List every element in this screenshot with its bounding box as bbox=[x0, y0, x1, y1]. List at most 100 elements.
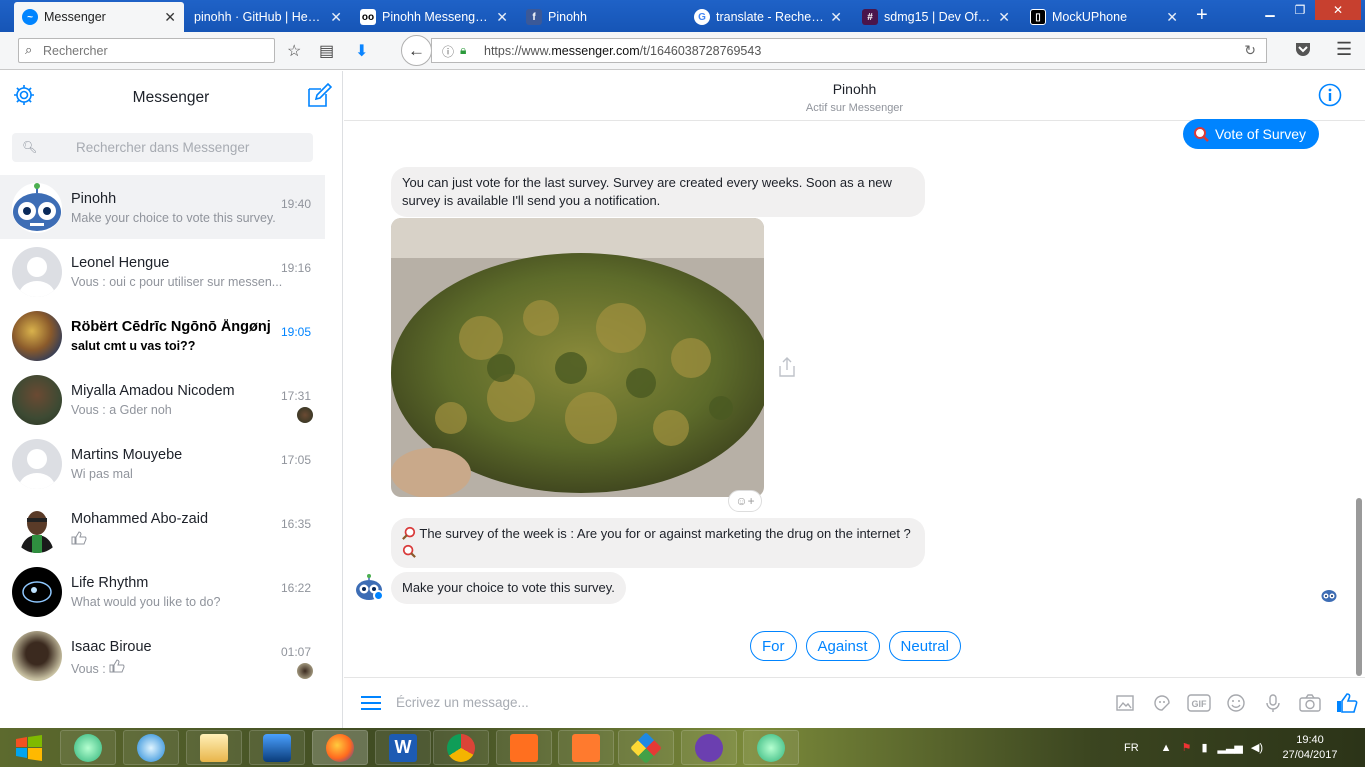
camera-icon[interactable] bbox=[1297, 690, 1322, 715]
avatar bbox=[12, 503, 62, 553]
screen-capture-icon bbox=[510, 733, 538, 762]
message-scrollbar[interactable] bbox=[1356, 498, 1362, 676]
close-tab-icon[interactable]: ✕ bbox=[330, 9, 342, 26]
os-taskbar: W FR ▲ ⚑ ▮ ▂▃▅ ◀) 19:40 27/04/2017 bbox=[0, 728, 1365, 767]
system-clock[interactable]: 19:40 27/04/2017 bbox=[1275, 733, 1345, 763]
kite-icon bbox=[630, 731, 662, 764]
close-tab-icon[interactable]: ✕ bbox=[164, 9, 176, 26]
back-button[interactable]: ← bbox=[401, 35, 432, 66]
gif-icon[interactable]: GIF bbox=[1186, 690, 1211, 715]
quick-reply-for[interactable]: For bbox=[750, 631, 797, 661]
conversation-item[interactable]: Life Rhythm What would you like to do? 1… bbox=[0, 559, 325, 623]
bookmark-star-icon[interactable]: ☆ bbox=[287, 41, 301, 61]
close-tab-icon[interactable]: ✕ bbox=[830, 9, 842, 26]
conversation-item[interactable]: Leonel Hengue Vous : oui c pour utiliser… bbox=[0, 239, 325, 303]
conversation-item[interactable]: Röbërt Cēdrīc Ngōnō Ångønj salut cmt u v… bbox=[0, 303, 325, 367]
atom2-app-button[interactable] bbox=[743, 730, 799, 765]
explorer-app-button[interactable] bbox=[186, 730, 242, 765]
close-window-icon[interactable]: ✕ bbox=[1315, 0, 1361, 20]
magnifier-emoji-icon bbox=[402, 544, 416, 558]
chrome-app-button[interactable] bbox=[433, 730, 489, 765]
camera-app-button[interactable] bbox=[558, 730, 614, 765]
conversation-item[interactable]: Mohammed Abo-zaid 16:35 bbox=[0, 495, 325, 559]
svg-text:GIF: GIF bbox=[1191, 699, 1207, 709]
signal-icon[interactable]: ▂▃▅ bbox=[1218, 741, 1243, 754]
avatar bbox=[12, 247, 62, 297]
conversation-item[interactable]: Miyalla Amadou Nicodem Vous : a Gder noh… bbox=[0, 367, 325, 431]
atom-icon bbox=[74, 733, 102, 762]
more-actions-icon[interactable] bbox=[361, 695, 381, 711]
hamburger-menu-icon[interactable]: ☰ bbox=[1336, 39, 1352, 60]
thread-status: Actif sur Messenger bbox=[805, 102, 904, 114]
firefox-icon bbox=[326, 733, 354, 762]
ie-app-button[interactable] bbox=[123, 730, 179, 765]
system-tray: FR ▲ ⚑ ▮ ▂▃▅ ◀) bbox=[1124, 728, 1263, 767]
lock-icon: 🔒︎ bbox=[460, 43, 467, 57]
quick-reply-against[interactable]: Against bbox=[805, 631, 880, 661]
atom-app-button[interactable] bbox=[60, 730, 116, 765]
magnifier-emoji-icon bbox=[1194, 127, 1209, 142]
network-error-icon[interactable]: ⚑ bbox=[1182, 741, 1192, 754]
tab-facebook-pinohh[interactable]: f Pinohh bbox=[518, 2, 682, 32]
add-reaction-icon[interactable]: ☺+ bbox=[728, 490, 762, 512]
site-info-icon[interactable]: ⓘ bbox=[442, 43, 454, 60]
conversation-item[interactable]: Pinohh Make your choice to vote this sur… bbox=[0, 175, 325, 239]
battery-icon[interactable]: ▮ bbox=[1201, 741, 1207, 754]
word-app-button[interactable]: W bbox=[375, 730, 431, 765]
close-tab-icon[interactable]: ✕ bbox=[1166, 9, 1178, 26]
avatar bbox=[12, 439, 62, 489]
message-input[interactable]: Écrivez un message... bbox=[396, 695, 529, 710]
close-tab-icon[interactable]: ✕ bbox=[496, 9, 508, 26]
tab-translate[interactable]: G translate - Recherc... ✕ bbox=[686, 2, 850, 32]
image-icon[interactable] bbox=[1112, 690, 1137, 715]
slack-icon: # bbox=[862, 9, 878, 25]
composer-toolbar: GIF bbox=[1112, 690, 1359, 715]
media-app-button[interactable] bbox=[249, 730, 305, 765]
tab-messenger[interactable]: ~ Messenger ✕ bbox=[14, 2, 184, 32]
word-icon: W bbox=[389, 733, 417, 762]
github-app-button[interactable] bbox=[681, 730, 737, 765]
facebook-icon: f bbox=[526, 9, 542, 25]
messenger-search-input[interactable]: 🔍︎ Rechercher dans Messenger bbox=[12, 133, 313, 162]
conversation-item[interactable]: Isaac Biroue Vous : 01:07 bbox=[0, 623, 325, 687]
like-button[interactable] bbox=[1334, 690, 1359, 715]
pocket-icon[interactable] bbox=[1294, 40, 1312, 63]
share-icon[interactable] bbox=[778, 356, 796, 378]
capture-app-button[interactable] bbox=[496, 730, 552, 765]
url-bar[interactable]: ⓘ 🔒︎ https://www. messenger.com/t/1646038… bbox=[431, 38, 1267, 63]
message-photo[interactable] bbox=[391, 218, 764, 497]
browser-search-input[interactable]: ⌕ Rechercher bbox=[18, 38, 275, 63]
window-controls: ▁ ❐ ✕ bbox=[1255, 0, 1361, 20]
avatar bbox=[12, 311, 62, 361]
robot-icon: oo bbox=[360, 9, 376, 25]
reload-icon[interactable]: ↻ bbox=[1244, 42, 1256, 59]
compose-icon[interactable] bbox=[306, 83, 332, 109]
windows-start-icon[interactable] bbox=[14, 734, 44, 762]
sticker-icon[interactable] bbox=[1149, 690, 1174, 715]
message-composer: Écrivez un message... GIF bbox=[344, 677, 1365, 728]
show-hidden-icons-icon[interactable]: ▲ bbox=[1161, 742, 1172, 754]
kite-app-button[interactable] bbox=[618, 730, 674, 765]
language-indicator[interactable]: FR bbox=[1124, 742, 1139, 754]
emoji-icon[interactable] bbox=[1223, 690, 1248, 715]
vote-of-survey-message: Vote of Survey bbox=[1183, 119, 1320, 149]
maximize-icon[interactable]: ❐ bbox=[1285, 0, 1315, 20]
tab-github[interactable]: pinohh · GitHub | Hero... ✕ bbox=[186, 2, 350, 32]
quick-reply-neutral[interactable]: Neutral bbox=[888, 631, 961, 661]
seen-avatar bbox=[297, 663, 313, 679]
conversation-item[interactable]: Martins Mouyebe Wi pas mal 17:05 bbox=[0, 431, 325, 495]
new-tab-icon[interactable]: + bbox=[1196, 4, 1208, 27]
close-tab-icon[interactable]: ✕ bbox=[998, 9, 1010, 26]
tab-mockuphone[interactable]: ▯ MockUPhone ✕ bbox=[1022, 2, 1186, 32]
info-icon[interactable] bbox=[1318, 83, 1342, 107]
tab-pinohh-messenger[interactable]: oo Pinohh Messenger... ✕ bbox=[352, 2, 516, 32]
download-icon[interactable]: ⬇ bbox=[355, 41, 368, 61]
tab-sdmg15[interactable]: # sdmg15 | Dev Of F... ✕ bbox=[854, 2, 1018, 32]
microphone-icon[interactable] bbox=[1260, 690, 1285, 715]
reader-list-icon[interactable]: ▤ bbox=[319, 41, 334, 61]
search-icon: ⌕ bbox=[25, 42, 33, 57]
atom-icon bbox=[757, 733, 785, 762]
minimize-icon[interactable]: ▁ bbox=[1255, 0, 1285, 20]
volume-icon[interactable]: ◀) bbox=[1251, 741, 1263, 754]
firefox-app-button[interactable] bbox=[312, 730, 368, 765]
